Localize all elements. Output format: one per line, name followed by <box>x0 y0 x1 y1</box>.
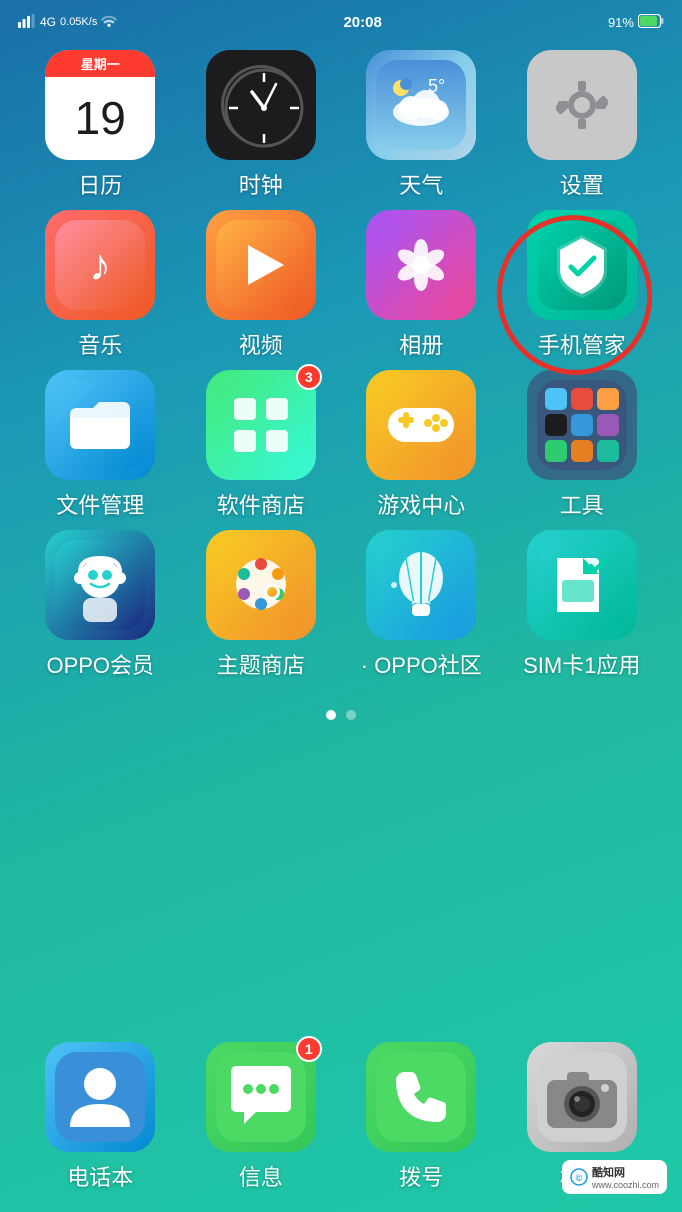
app-music[interactable]: ♪ 音乐 <box>30 210 170 360</box>
calendar-weekday: 星期一 <box>45 50 155 77</box>
speed-text: 0.05K/s <box>60 16 97 28</box>
video-label: 视频 <box>239 328 283 360</box>
svg-text:©: © <box>576 1173 583 1183</box>
status-left: 4G 0.05K/s <box>18 14 117 31</box>
calendar-date: 19 <box>75 77 126 160</box>
tools-icon <box>527 370 637 480</box>
messages-label: 信息 <box>239 1160 283 1192</box>
watermark-url: www.coozhi.com <box>592 1180 659 1190</box>
clock-face <box>221 65 301 145</box>
photos-label: 相册 <box>399 328 443 360</box>
status-bar: 4G 0.05K/s 20:08 91% <box>0 0 682 40</box>
dock-messages[interactable]: 1 信息 <box>191 1042 331 1192</box>
svg-text:♪: ♪ <box>89 241 111 290</box>
music-icon: ♪ <box>45 210 155 320</box>
settings-label: 设置 <box>560 168 604 200</box>
settings-icon <box>527 50 637 160</box>
battery-percent: 91% <box>608 15 634 30</box>
page-dot-1[interactable] <box>326 710 336 720</box>
simapp-label: SIM卡1应用 <box>523 648 640 680</box>
app-weather[interactable]: 5° 天气 <box>351 50 491 200</box>
calendar-label: 日历 <box>78 168 122 200</box>
app-tools[interactable]: 工具 <box>512 370 652 520</box>
filemanager-icon <box>45 370 155 480</box>
app-calendar[interactable]: 星期一 19 日历 <box>30 50 170 200</box>
themestore-icon <box>206 530 316 640</box>
app-oppomember[interactable]: OPPO会员 <box>30 530 170 680</box>
app-oppocommunity[interactable]: · OPPO社区 <box>351 530 491 680</box>
phone-label: 拨号 <box>399 1160 443 1192</box>
app-row-4: OPPO会员 <box>20 530 662 680</box>
themestore-label: 主题商店 <box>217 648 305 680</box>
phone-icon <box>366 1042 476 1152</box>
wifi-icon <box>101 14 117 30</box>
page-indicators <box>0 710 682 720</box>
weather-label: 天气 <box>399 168 443 200</box>
app-filemanager[interactable]: 文件管理 <box>30 370 170 520</box>
oppocommunity-icon <box>366 530 476 640</box>
app-appstore[interactable]: 3 软件商店 <box>191 370 331 520</box>
app-themestore[interactable]: 主题商店 <box>191 530 331 680</box>
contacts-label: 电话本 <box>67 1160 133 1192</box>
battery-icon <box>638 14 664 31</box>
messages-badge: 1 <box>296 1036 322 1062</box>
watermark-site: 酷知网 <box>592 1164 659 1180</box>
signal-icon <box>18 14 36 31</box>
gamecenter-label: 游戏中心 <box>377 488 465 520</box>
clock-icon <box>206 50 316 160</box>
weather-icon: 5° <box>366 50 476 160</box>
clock-label: 时钟 <box>239 168 283 200</box>
watermark: © 酷知网 www.coozhi.com <box>562 1160 667 1194</box>
music-label: 音乐 <box>78 328 122 360</box>
dock-contacts[interactable]: 电话本 <box>30 1042 170 1192</box>
filemanager-label: 文件管理 <box>56 488 144 520</box>
app-photos[interactable]: 相册 <box>351 210 491 360</box>
app-gamecenter[interactable]: 游戏中心 <box>351 370 491 520</box>
calendar-icon: 星期一 19 <box>45 50 155 160</box>
status-right: 91% <box>608 14 664 31</box>
appstore-badge: 3 <box>296 364 322 390</box>
dock-phone[interactable]: 拨号 <box>351 1042 491 1192</box>
video-icon <box>206 210 316 320</box>
app-clock[interactable]: 时钟 <box>191 50 331 200</box>
oppomember-icon <box>45 530 155 640</box>
appstore-label: 软件商店 <box>217 488 305 520</box>
tools-label: 工具 <box>560 488 604 520</box>
appstore-icon: 3 <box>206 370 316 480</box>
network-type: 4G <box>40 15 56 29</box>
phonemanager-label: 手机管家 <box>538 328 626 360</box>
app-simapp[interactable]: SIM卡1应用 <box>512 530 652 680</box>
app-row-1: 星期一 19 日历 <box>20 50 662 200</box>
app-row-2: ♪ 音乐 视频 <box>20 210 662 360</box>
oppomember-label: OPPO会员 <box>46 648 154 680</box>
app-row-3: 文件管理 3 <box>20 370 662 520</box>
contacts-icon <box>45 1042 155 1152</box>
app-grid: 星期一 19 日历 <box>0 40 682 680</box>
oppocommunity-dot: · <box>361 653 374 678</box>
page-dot-2[interactable] <box>346 710 356 720</box>
watermark-icon: © <box>570 1168 588 1186</box>
app-video[interactable]: 视频 <box>191 210 331 360</box>
phonemanager-icon <box>527 210 637 320</box>
app-settings[interactable]: 设置 <box>512 50 652 200</box>
messages-icon: 1 <box>206 1042 316 1152</box>
simapp-icon <box>527 530 637 640</box>
photos-icon <box>366 210 476 320</box>
time-display: 20:08 <box>343 14 381 31</box>
app-phonemanager[interactable]: 手机管家 <box>512 210 652 360</box>
camera-icon <box>527 1042 637 1152</box>
oppocommunity-label: · OPPO社区 <box>361 648 482 680</box>
svg-text:5°: 5° <box>428 76 445 96</box>
gamecenter-icon <box>366 370 476 480</box>
